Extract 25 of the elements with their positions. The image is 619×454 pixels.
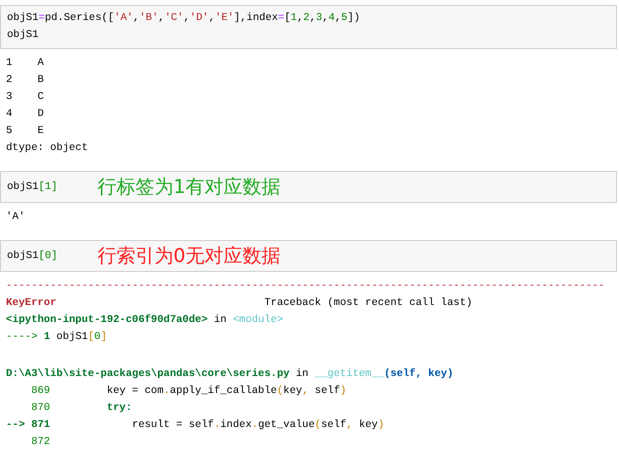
- output-line: --> 871 result = self.index.get_value(self, key): [6, 418, 386, 433]
- output-line: 870 try:: [30, 401, 134, 416]
- output-line: 869 key = com.apply_if_callable(key, self): [30, 384, 348, 399]
- output-line: <ipython-input-192-c06f90d7a0de> in <module>: [6, 313, 284, 328]
- output-line: KeyError Traceback (most recent call last): [6, 296, 474, 311]
- code-line: objS1: [7, 28, 40, 43]
- output-line: 'A': [6, 210, 26, 225]
- code-cell[interactable]: objS1[0] 行索引为0无对应数据: [0, 240, 617, 272]
- output-line: 2 B: [6, 73, 45, 88]
- code-cell[interactable]: objS1=pd.Series(['A','B','C','D','E'],index=[1,2,3,4,5]) objS1: [0, 5, 617, 49]
- output-line: 4 D: [6, 107, 45, 122]
- output-line: 3 C: [6, 90, 45, 105]
- code-line: objS1[1]: [7, 180, 58, 194]
- annotation-text: 行索引为0无对应数据: [97, 245, 281, 267]
- annotation-text: 行标签为1有对应数据: [97, 176, 281, 198]
- code-line: objS1[0]: [7, 248, 58, 264]
- output-line: -----------------------------------------------------------------------------------------------: [6, 279, 606, 294]
- code-cell[interactable]: objS1[1] 行标签为1有对应数据: [0, 171, 617, 203]
- output-line: D:\A3\lib\site-packages\pandas\core\series.py in __getitem__(self, key): [6, 367, 454, 382]
- output-line: 5 E: [6, 124, 45, 139]
- output-line: ----> 1 objS1[0]: [6, 330, 108, 345]
- output-line: 872: [30, 435, 52, 450]
- code-line: objS1=pd.Series(['A','B','C','D','E'],index=[1,2,3,4,5]): [7, 11, 360, 26]
- output-line: dtype: object: [6, 141, 89, 156]
- output-line: 1 A: [6, 56, 45, 71]
